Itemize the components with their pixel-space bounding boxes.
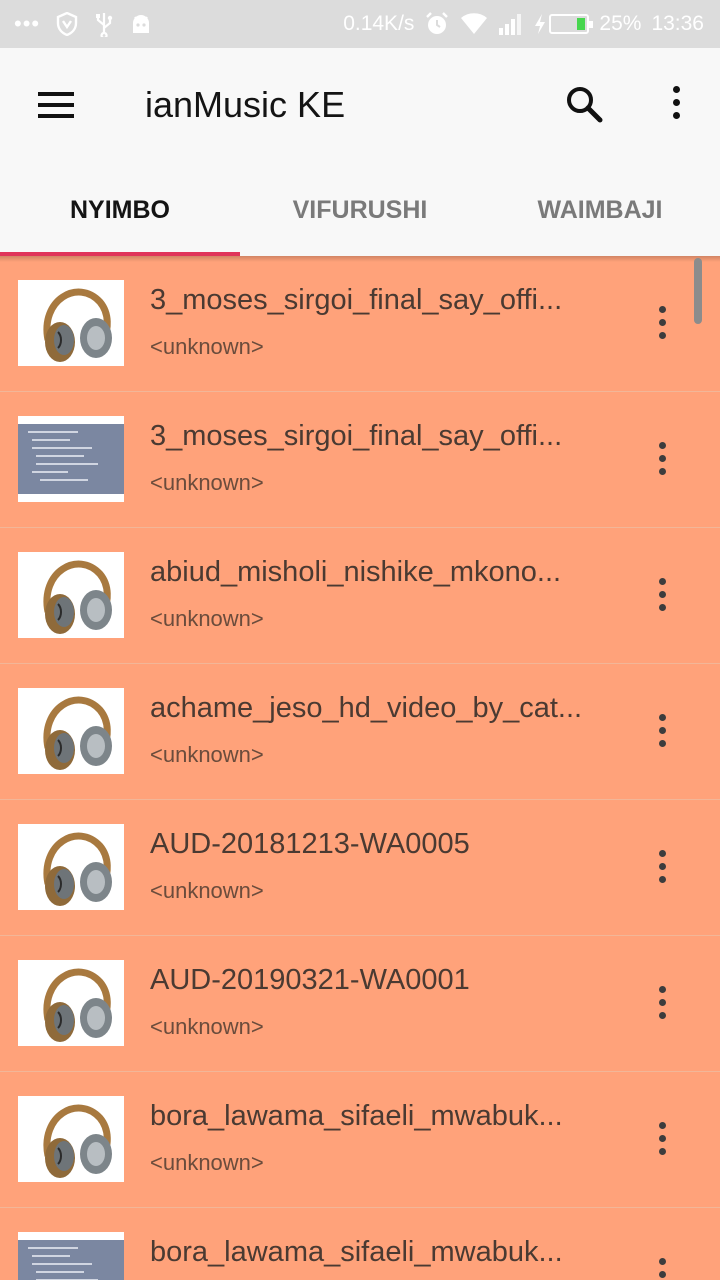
app-title: ianMusic KE xyxy=(145,84,346,125)
song-options-icon[interactable] xyxy=(644,1122,680,1158)
usb-icon xyxy=(96,13,113,37)
song-title: AUD-20181213-WA0005 xyxy=(150,828,470,860)
song-artist: <unknown> xyxy=(150,1014,264,1039)
song-title: abiud_misholi_nishike_mkono... xyxy=(150,556,562,588)
song-row[interactable]: bora_lawama_sifaeli_mwabuk...<unknown> xyxy=(0,1208,720,1280)
appbar-shadow xyxy=(0,256,720,262)
song-row[interactable]: 3_moses_sirgoi_final_say_offi... <unknown… xyxy=(0,256,720,392)
song-row[interactable]: abiud_misholi_nishike_mkono... <unknown> xyxy=(0,528,720,664)
more-vert-icon[interactable] xyxy=(656,84,696,124)
song-artist: <unknown> xyxy=(150,334,264,359)
tab-nyimbo[interactable]: NYIMBO xyxy=(0,188,240,256)
song-row[interactable]: bora_lawama_sifaeli_mwabuk... <unknown> xyxy=(0,1072,720,1208)
song-options-icon[interactable] xyxy=(644,1258,680,1280)
battery-icon xyxy=(549,14,594,34)
album-art-headphones xyxy=(18,1096,124,1182)
song-title: achame_jeso_hd_video_by_cat... xyxy=(150,692,583,724)
song-title: bora_lawama_sifaeli_mwabuk... xyxy=(150,1236,563,1268)
song-artist: <unknown> xyxy=(150,742,264,767)
song-title: AUD-20190321-WA0001 xyxy=(150,964,470,996)
album-art-headphones xyxy=(18,688,124,774)
album-art-headphones xyxy=(18,280,124,366)
song-title: 3_moses_sirgoi_final_say_offi... xyxy=(150,420,563,452)
song-artist: <unknown> xyxy=(150,606,264,631)
battery-percent: 25% xyxy=(599,12,642,35)
song-title: bora_lawama_sifaeli_mwabuk... xyxy=(150,1100,563,1132)
shield-icon xyxy=(56,12,78,36)
charging-icon xyxy=(535,14,546,34)
song-title: 3_moses_sirgoi_final_say_offi... xyxy=(150,284,563,316)
wifi-icon xyxy=(461,13,488,34)
song-row[interactable]: 3_moses_sirgoi_final_say_offi... <unknown… xyxy=(0,392,720,528)
tab-vifurushi[interactable]: VIFURUSHI xyxy=(240,188,480,256)
album-art-thumbnail xyxy=(18,416,124,502)
more-notifications-icon: ••• xyxy=(14,11,41,36)
album-art-thumbnail xyxy=(18,1232,124,1280)
song-artist: <unknown> xyxy=(150,470,264,495)
song-options-icon[interactable] xyxy=(644,306,680,342)
song-options-icon[interactable] xyxy=(644,850,680,886)
tab-bar: NYIMBO VIFURUSHI WAIMBAJI xyxy=(0,188,720,256)
song-artist: <unknown> xyxy=(150,1150,264,1175)
album-art-headphones xyxy=(18,552,124,638)
song-row[interactable]: achame_jeso_hd_video_by_cat... <unknown> xyxy=(0,664,720,800)
song-options-icon[interactable] xyxy=(644,578,680,614)
app-bar: ianMusic KE NYIMBO VIFURUSHI WAIMBAJI xyxy=(0,48,720,256)
song-options-icon[interactable] xyxy=(644,714,680,750)
album-art-headphones xyxy=(18,960,124,1046)
status-bar: ••• 0.14K/s 25% 13:36 xyxy=(0,0,720,48)
signal-icon xyxy=(499,14,522,35)
network-speed: 0.14K/s xyxy=(343,12,415,35)
clock: 13:36 xyxy=(651,12,704,35)
alarm-icon xyxy=(426,12,449,34)
song-options-icon[interactable] xyxy=(644,442,680,478)
android-icon xyxy=(133,15,150,33)
song-artist: <unknown> xyxy=(150,878,264,903)
song-options-icon[interactable] xyxy=(644,986,680,1022)
scrollbar[interactable] xyxy=(694,258,702,324)
song-row[interactable]: AUD-20181213-WA0005 <unknown> xyxy=(0,800,720,936)
song-list[interactable]: 3_moses_sirgoi_final_say_offi... <unknown… xyxy=(0,256,720,1280)
song-row[interactable]: AUD-20190321-WA0001 <unknown> xyxy=(0,936,720,1072)
album-art-headphones xyxy=(18,824,124,910)
search-icon[interactable] xyxy=(562,82,606,126)
tab-waimbaji[interactable]: WAIMBAJI xyxy=(480,188,720,256)
hamburger-menu-icon[interactable] xyxy=(38,92,74,118)
